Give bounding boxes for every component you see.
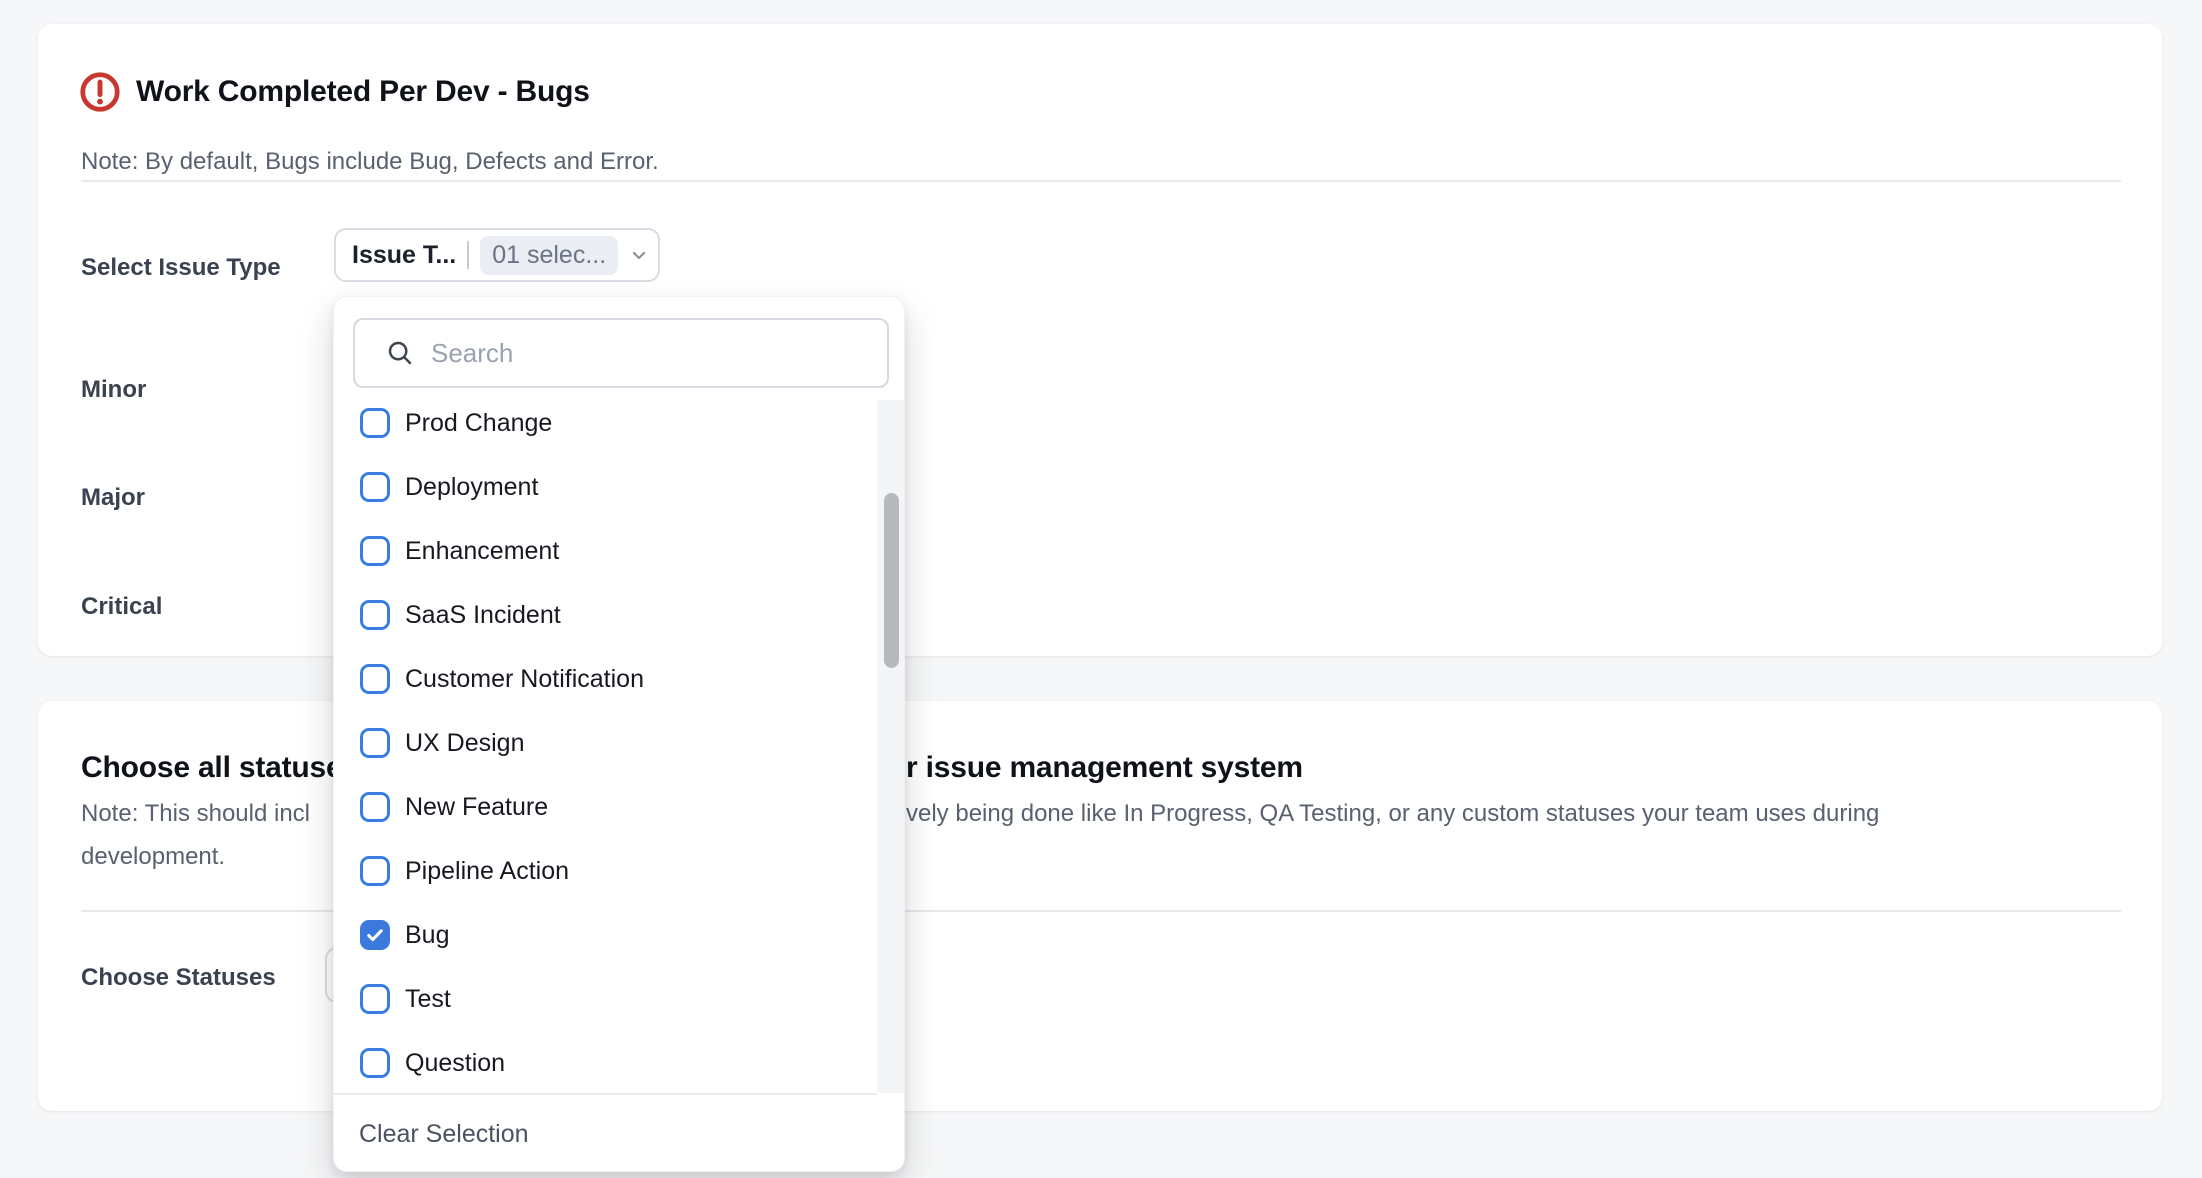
option-label: New Feature: [405, 793, 548, 822]
option-label: UX Design: [405, 729, 525, 758]
severity-label-minor: Minor: [81, 375, 146, 405]
card2-note-right-fragment: vely being done like In Progress, QA Tes…: [906, 798, 1879, 830]
page: Work Completed Per Dev - Bugs Note: By d…: [0, 0, 2202, 1178]
select-issue-type-label: Select Issue Type: [81, 253, 281, 283]
severity-label-critical: Critical: [81, 592, 162, 622]
card1-header: Work Completed Per Dev - Bugs: [78, 70, 590, 114]
clear-selection-label: Clear Selection: [359, 1120, 529, 1149]
severity-label-major: Major: [81, 483, 145, 513]
dropdown-option[interactable]: Pipeline Action: [334, 839, 904, 903]
scrollbar-thumb[interactable]: [884, 493, 899, 668]
trigger-label: Issue T...: [352, 241, 456, 270]
dropdown-option[interactable]: Prod Change: [334, 391, 904, 455]
dropdown-option[interactable]: New Feature: [334, 775, 904, 839]
checkbox-icon[interactable]: [360, 1048, 390, 1078]
dropdown-option[interactable]: Test: [334, 967, 904, 1031]
page-title: Work Completed Per Dev - Bugs: [136, 70, 590, 114]
dropdown-search-box[interactable]: [353, 318, 889, 388]
chevron-down-icon: [629, 245, 649, 265]
search-input[interactable]: [431, 320, 887, 386]
checkbox-icon[interactable]: [360, 472, 390, 502]
dropdown-options-list: Prod Change Deployment Enhancement SaaS …: [334, 391, 904, 1093]
checkbox-icon[interactable]: [360, 792, 390, 822]
check-icon: [364, 924, 386, 946]
dropdown-option[interactable]: Deployment: [334, 455, 904, 519]
option-label: Prod Change: [405, 409, 552, 438]
card2-note-left-fragment: Note: This should incl: [81, 798, 310, 830]
dropdown-option[interactable]: SaaS Incident: [334, 583, 904, 647]
checkbox-icon[interactable]: [360, 664, 390, 694]
option-label: Question: [405, 1049, 505, 1078]
clear-selection-button[interactable]: Clear Selection: [334, 1095, 904, 1173]
option-label: Bug: [405, 921, 449, 950]
dropdown-option[interactable]: Question: [334, 1031, 904, 1093]
checkbox-icon[interactable]: [360, 600, 390, 630]
checkbox-icon[interactable]: [360, 984, 390, 1014]
selected-count-badge: 01 selec...: [480, 236, 618, 275]
card2-note-line2: development.: [81, 841, 225, 873]
dropdown-option[interactable]: Enhancement: [334, 519, 904, 583]
checkbox-icon[interactable]: [360, 728, 390, 758]
dropdown-option[interactable]: Bug: [334, 903, 904, 967]
option-label: Deployment: [405, 473, 538, 502]
option-label: Enhancement: [405, 537, 559, 566]
card1-note: Note: By default, Bugs include Bug, Defe…: [81, 146, 659, 178]
issue-type-dropdown-trigger[interactable]: Issue T... 01 selec...: [334, 228, 660, 282]
issue-type-dropdown-panel: Prod Change Deployment Enhancement SaaS …: [333, 296, 905, 1172]
checkbox-icon[interactable]: [360, 408, 390, 438]
card1-divider: [81, 180, 2121, 182]
choose-statuses-label: Choose Statuses: [81, 963, 276, 993]
alert-circle-icon: [78, 70, 122, 114]
dropdown-option[interactable]: UX Design: [334, 711, 904, 775]
option-label: Pipeline Action: [405, 857, 569, 886]
trigger-separator: [467, 241, 469, 269]
checkbox-icon[interactable]: [360, 856, 390, 886]
search-icon: [385, 338, 415, 368]
dropdown-option[interactable]: Customer Notification: [334, 647, 904, 711]
card2-title-right-fragment: r issue management system: [906, 748, 1303, 788]
card2-title-left-fragment: Choose all statuse: [81, 748, 342, 788]
option-label: SaaS Incident: [405, 601, 561, 630]
checkbox-icon[interactable]: [360, 920, 390, 950]
checkbox-icon[interactable]: [360, 536, 390, 566]
option-label: Test: [405, 985, 451, 1014]
option-label: Customer Notification: [405, 665, 644, 694]
